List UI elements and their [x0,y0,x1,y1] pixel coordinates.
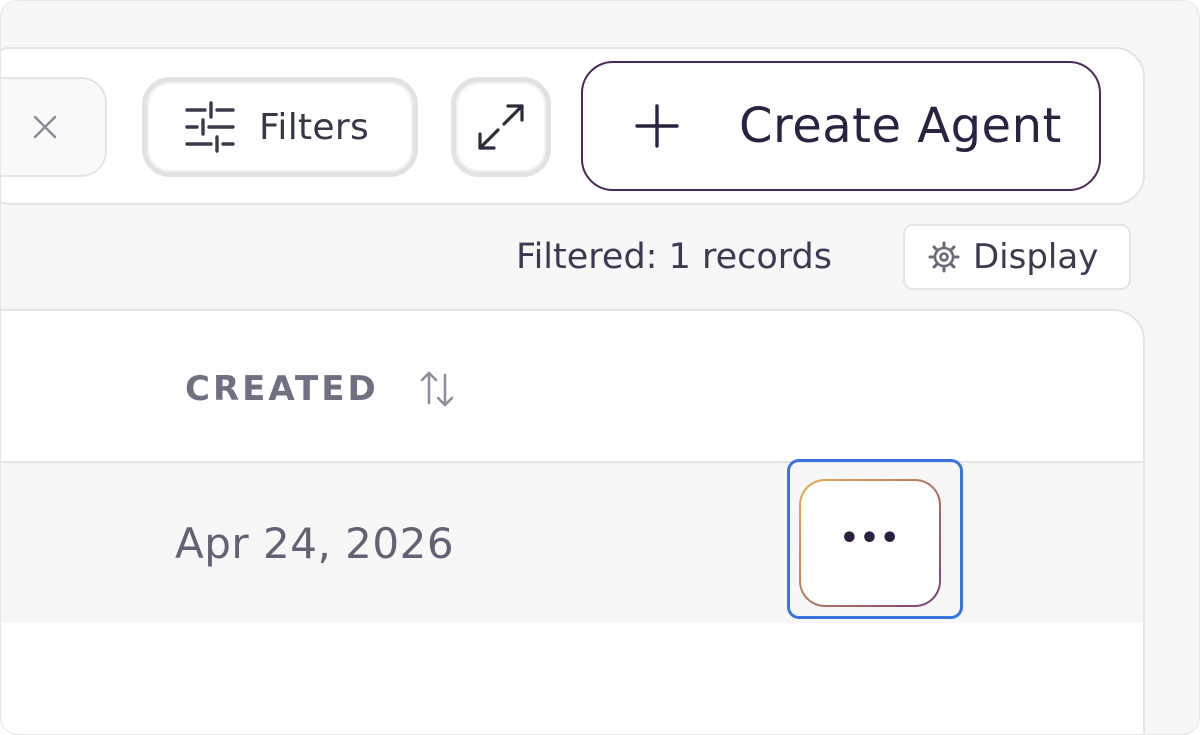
display-button[interactable]: Display [903,224,1131,290]
create-agent-label: Create Agent [739,98,1062,154]
expand-button[interactable] [451,77,551,177]
sliders-icon [185,101,235,153]
close-icon [33,115,57,139]
clear-search-button[interactable] [23,105,67,149]
agents-table: CREATED Apr 24, 2026 ••• [1,309,1145,734]
created-date-cell: Apr 24, 2026 [175,519,455,568]
plus-icon [635,104,679,148]
filtered-count: Filtered: 1 records [516,237,833,277]
column-header-created[interactable]: CREATED [185,369,379,409]
create-agent-button[interactable]: Create Agent [581,61,1101,191]
filters-label: Filters [259,106,370,148]
app-frame: Filters Create Agent Filtered: 1 records [0,0,1200,735]
filters-button[interactable]: Filters [142,77,418,177]
expand-icon [478,104,524,150]
sort-icon[interactable] [419,369,455,409]
more-horizontal-icon: ••• [839,521,901,556]
row-actions-button[interactable]: ••• [799,479,941,607]
gear-icon [928,241,960,273]
table-row[interactable]: Apr 24, 2026 ••• [1,463,1143,623]
display-label: Display [973,237,1099,277]
table-header: CREATED [1,311,1143,463]
